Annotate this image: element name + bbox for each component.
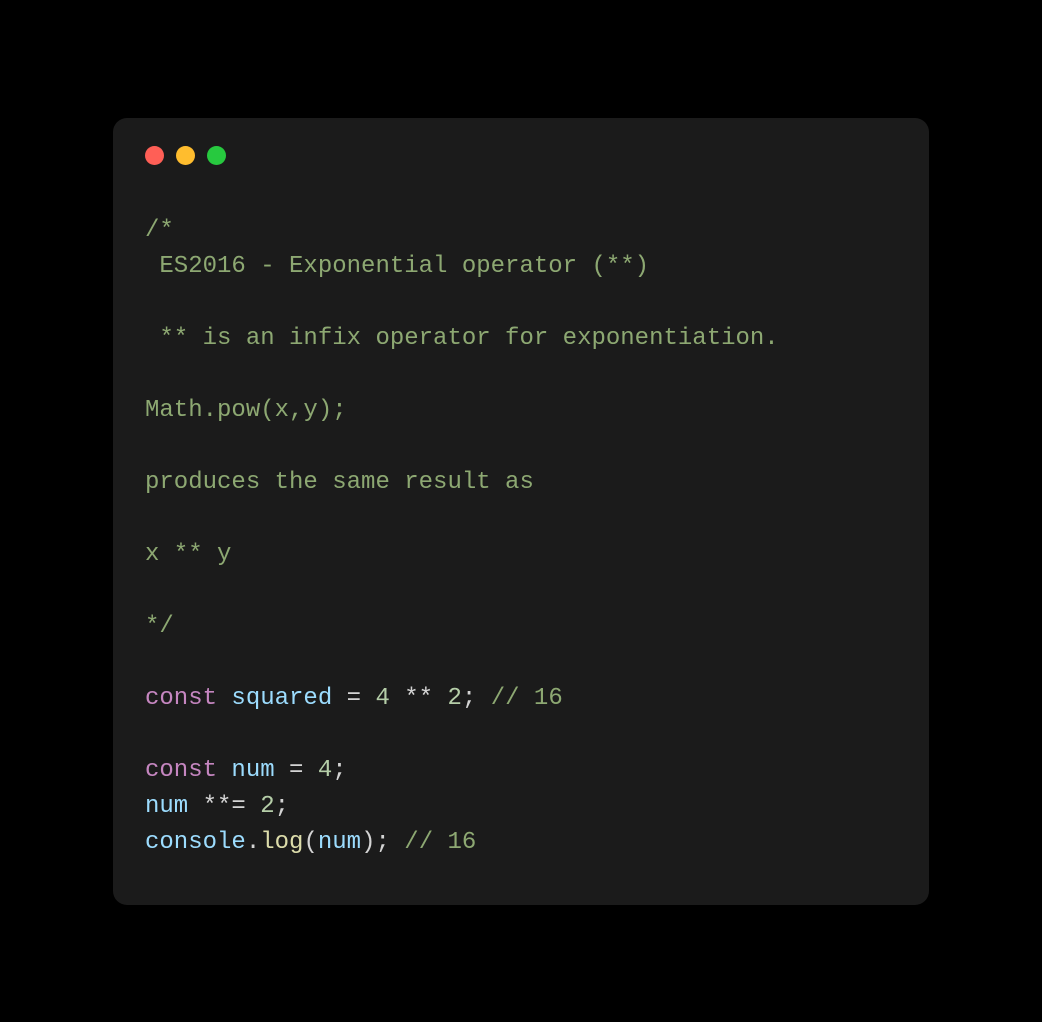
space bbox=[390, 829, 404, 856]
comment-line-1: ES2016 - Exponential operator (**) bbox=[145, 253, 649, 280]
rparen: ) bbox=[361, 829, 375, 856]
semicolon: ; bbox=[332, 757, 346, 784]
comment-close: */ bbox=[145, 613, 174, 640]
space bbox=[433, 685, 447, 712]
comment-16: // 16 bbox=[404, 829, 476, 856]
space bbox=[188, 793, 202, 820]
comment-16: // 16 bbox=[491, 685, 563, 712]
zoom-icon[interactable] bbox=[207, 146, 226, 165]
keyword-const: const bbox=[145, 757, 217, 784]
var-num: num bbox=[318, 829, 361, 856]
traffic-lights bbox=[145, 146, 897, 165]
op-poweq: **= bbox=[203, 793, 246, 820]
minimize-icon[interactable] bbox=[176, 146, 195, 165]
space bbox=[217, 757, 231, 784]
space bbox=[275, 757, 289, 784]
op-eq: = bbox=[347, 685, 361, 712]
number-4: 4 bbox=[318, 757, 332, 784]
code-window: /* ES2016 - Exponential operator (**) **… bbox=[113, 118, 929, 905]
space bbox=[361, 685, 375, 712]
lparen: ( bbox=[303, 829, 317, 856]
var-squared: squared bbox=[231, 685, 332, 712]
op-pow: ** bbox=[404, 685, 433, 712]
number-4: 4 bbox=[375, 685, 389, 712]
fn-log: log bbox=[260, 829, 303, 856]
space bbox=[476, 685, 490, 712]
number-2: 2 bbox=[448, 685, 462, 712]
op-eq: = bbox=[289, 757, 303, 784]
comment-open: /* bbox=[145, 217, 174, 244]
semicolon: ; bbox=[462, 685, 476, 712]
comment-line-2: ** is an infix operator for exponentiati… bbox=[145, 325, 779, 352]
comment-line-3: Math.pow(x,y); bbox=[145, 397, 347, 424]
space bbox=[246, 793, 260, 820]
space bbox=[217, 685, 231, 712]
code-block: /* ES2016 - Exponential operator (**) **… bbox=[145, 213, 897, 861]
keyword-const: const bbox=[145, 685, 217, 712]
semicolon: ; bbox=[375, 829, 389, 856]
space bbox=[390, 685, 404, 712]
var-num: num bbox=[231, 757, 274, 784]
space bbox=[332, 685, 346, 712]
var-num: num bbox=[145, 793, 188, 820]
space bbox=[303, 757, 317, 784]
comment-line-5: x ** y bbox=[145, 541, 231, 568]
close-icon[interactable] bbox=[145, 146, 164, 165]
number-2: 2 bbox=[260, 793, 274, 820]
semicolon: ; bbox=[275, 793, 289, 820]
comment-line-4: produces the same result as bbox=[145, 469, 534, 496]
dot: . bbox=[246, 829, 260, 856]
obj-console: console bbox=[145, 829, 246, 856]
